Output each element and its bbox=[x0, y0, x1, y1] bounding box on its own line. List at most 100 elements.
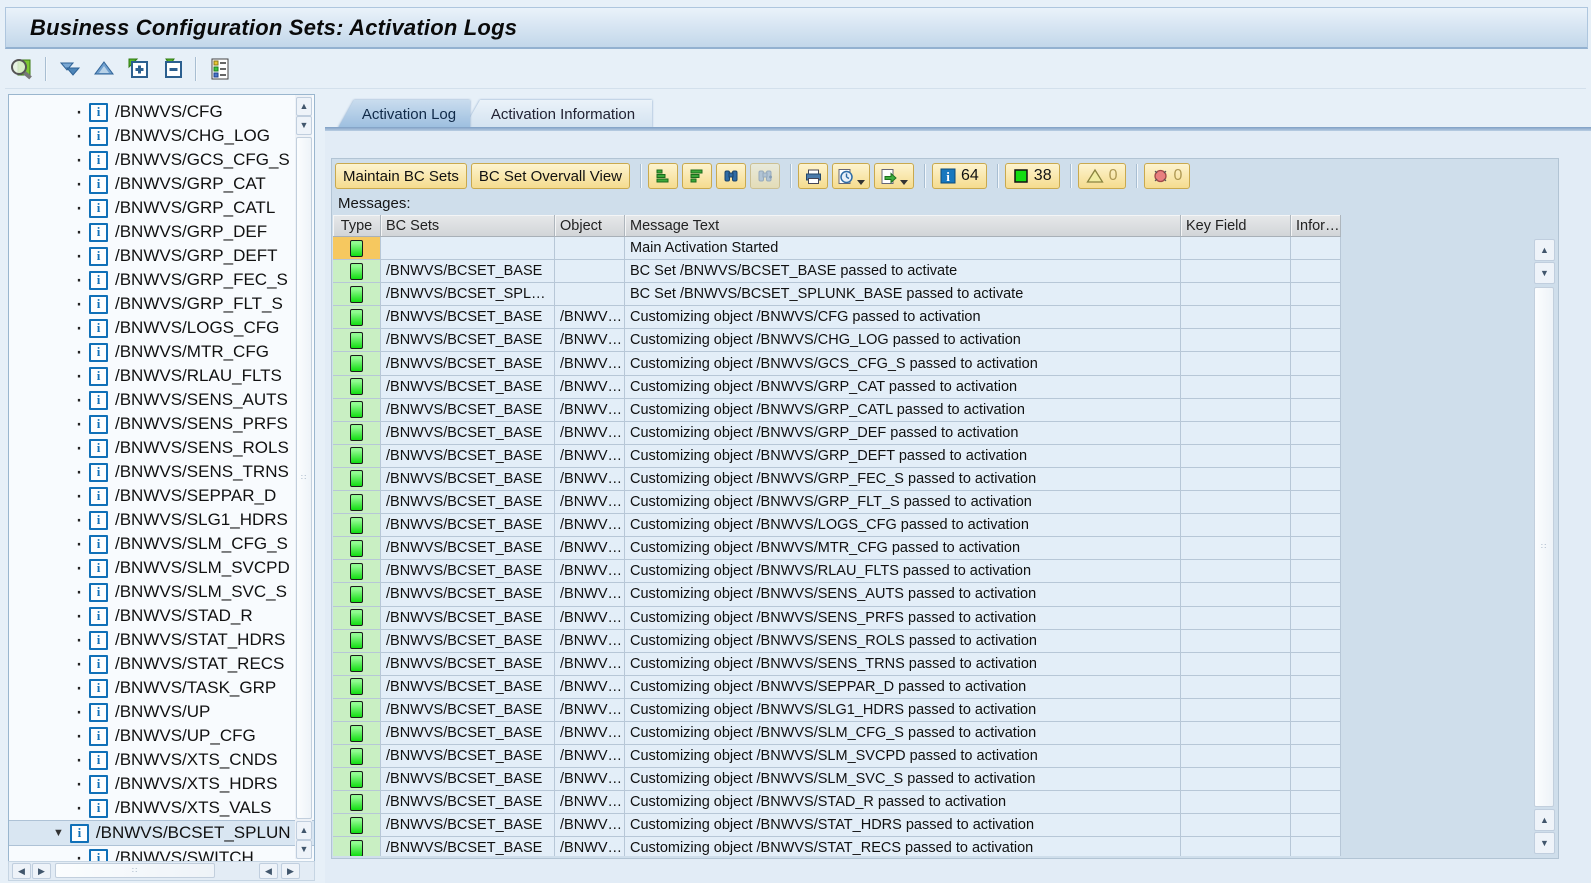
table-row[interactable]: /BNWVS/BCSET_BASE/BNWV…Customizing objec… bbox=[333, 699, 1341, 722]
table-row[interactable]: /BNWVS/BCSET_BASE/BNWV…Customizing objec… bbox=[333, 306, 1341, 329]
tree-item[interactable]: ·i/BNWVS/SLM_SVC_S bbox=[9, 580, 314, 604]
scroll-up-button[interactable]: ▲ bbox=[296, 821, 312, 840]
tree-horizontal-scrollbar[interactable]: ◀ ▶ ∷ ◀ ▶ bbox=[8, 861, 315, 881]
column-header-information[interactable]: Infor… bbox=[1291, 215, 1341, 237]
tree-item[interactable]: · i /BNWVS/SWITCH bbox=[9, 846, 314, 862]
table-row[interactable]: /BNWVS/BCSET_BASE/BNWV…Customizing objec… bbox=[333, 329, 1341, 352]
tab-activation-information[interactable]: Activation Information bbox=[464, 100, 652, 128]
table-row[interactable]: /BNWVS/BCSET_BASE/BNWV…Customizing objec… bbox=[333, 630, 1341, 653]
table-row[interactable]: /BNWVS/BCSET_BASE/BNWV…Customizing objec… bbox=[333, 422, 1341, 445]
legend-icon[interactable] bbox=[206, 55, 234, 83]
scroll-left-button[interactable]: ◀ bbox=[259, 863, 278, 879]
error-count-button[interactable]: 0 bbox=[1144, 163, 1191, 189]
tree-item[interactable]: ·i/BNWVS/RLAU_FLTS bbox=[9, 364, 314, 388]
table-row[interactable]: /BNWVS/BCSET_BASE/BNWV…Customizing objec… bbox=[333, 445, 1341, 468]
scrollbar-thumb[interactable]: ∷ bbox=[296, 137, 312, 819]
info-count-button[interactable]: i 64 bbox=[932, 163, 987, 189]
export-button[interactable] bbox=[874, 163, 914, 189]
table-row[interactable]: /BNWVS/BCSET_BASE/BNWV…Customizing objec… bbox=[333, 491, 1341, 514]
expand-subtree-icon[interactable] bbox=[124, 55, 152, 83]
tree-item[interactable]: ·i/BNWVS/GRP_DEFT bbox=[9, 244, 314, 268]
column-header-type[interactable]: Type bbox=[333, 215, 381, 237]
tree-item[interactable]: ·i/BNWVS/XTS_HDRS bbox=[9, 772, 314, 796]
table-row[interactable]: /BNWVS/BCSET_BASEBC Set /BNWVS/BCSET_BAS… bbox=[333, 260, 1341, 283]
tree-item[interactable]: ·i/BNWVS/SENS_PRFS bbox=[9, 412, 314, 436]
scroll-left-button[interactable]: ◀ bbox=[12, 863, 31, 879]
find-next-button[interactable] bbox=[750, 163, 780, 189]
scroll-down-button[interactable]: ▼ bbox=[296, 840, 312, 859]
tree-item[interactable]: ·i/BNWVS/XTS_VALS bbox=[9, 796, 314, 820]
tree-item[interactable]: ·i/BNWVS/STAT_HDRS bbox=[9, 628, 314, 652]
table-row[interactable]: /BNWVS/BCSET_BASE/BNWV…Customizing objec… bbox=[333, 837, 1341, 856]
table-row[interactable]: /BNWVS/BCSET_BASE/BNWV…Customizing objec… bbox=[333, 722, 1341, 745]
scroll-right-button[interactable]: ▶ bbox=[32, 863, 51, 879]
tree-item[interactable]: ·i/BNWVS/SLG1_HDRS bbox=[9, 508, 314, 532]
table-row[interactable]: /BNWVS/BCSET_BASE/BNWV…Customizing objec… bbox=[333, 399, 1341, 422]
column-header-message-text[interactable]: Message Text bbox=[625, 215, 1181, 237]
table-row[interactable]: /BNWVS/BCSET_BASE/BNWV…Customizing objec… bbox=[333, 745, 1341, 768]
print-button[interactable] bbox=[798, 163, 828, 189]
table-row[interactable]: /BNWVS/BCSET_SPL…BC Set /BNWVS/BCSET_SPL… bbox=[333, 283, 1341, 306]
tree-item[interactable]: ·i/BNWVS/SENS_TRNS bbox=[9, 460, 314, 484]
scroll-down-button[interactable]: ▼ bbox=[296, 116, 312, 135]
table-row[interactable]: /BNWVS/BCSET_BASE/BNWV…Customizing objec… bbox=[333, 676, 1341, 699]
scrollbar-thumb[interactable]: ∷ bbox=[55, 863, 215, 878]
tree-item[interactable]: ·i/BNWVS/STAT_RECS bbox=[9, 652, 314, 676]
tree-item[interactable]: ·i/BNWVS/SLM_SVCPD bbox=[9, 556, 314, 580]
tree-item[interactable]: ·i/BNWVS/GRP_FEC_S bbox=[9, 268, 314, 292]
tree-item[interactable]: ·i/BNWVS/GRP_DEF bbox=[9, 220, 314, 244]
tree-item[interactable]: ·i/BNWVS/GRP_CAT bbox=[9, 172, 314, 196]
table-row[interactable]: /BNWVS/BCSET_BASE/BNWV…Customizing objec… bbox=[333, 768, 1341, 791]
collapse-subtree-icon[interactable] bbox=[158, 55, 186, 83]
table-row[interactable]: /BNWVS/BCSET_BASE/BNWV…Customizing objec… bbox=[333, 583, 1341, 606]
tree-item[interactable]: ·i/BNWVS/SENS_ROLS bbox=[9, 436, 314, 460]
scrollbar-thumb[interactable]: ∷ bbox=[1534, 287, 1554, 807]
column-header-key-field[interactable]: Key Field bbox=[1181, 215, 1291, 237]
tree-item[interactable]: ·i/BNWVS/MTR_CFG bbox=[9, 340, 314, 364]
table-row[interactable]: /BNWVS/BCSET_BASE/BNWV…Customizing objec… bbox=[333, 537, 1341, 560]
tree-item[interactable]: ·i/BNWVS/SEPPAR_D bbox=[9, 484, 314, 508]
tree-item[interactable]: ·i/BNWVS/CFG bbox=[9, 100, 314, 124]
table-row[interactable]: /BNWVS/BCSET_BASE/BNWV…Customizing objec… bbox=[333, 376, 1341, 399]
display-log-icon[interactable] bbox=[8, 55, 36, 83]
scroll-up-button[interactable]: ▲ bbox=[1534, 239, 1555, 261]
scroll-up-button[interactable]: ▲ bbox=[1534, 809, 1555, 831]
tree-item[interactable]: ·i/BNWVS/SENS_AUTS bbox=[9, 388, 314, 412]
tree-item[interactable]: ·i/BNWVS/STAD_R bbox=[9, 604, 314, 628]
tree-item[interactable]: ·i/BNWVS/LOGS_CFG bbox=[9, 316, 314, 340]
tree-item[interactable]: ·i/BNWVS/UP_CFG bbox=[9, 724, 314, 748]
scroll-down-button[interactable]: ▼ bbox=[1534, 832, 1555, 854]
sort-descending-button[interactable] bbox=[682, 163, 712, 189]
bc-set-overall-view-button[interactable]: BC Set Overvall View bbox=[471, 163, 630, 189]
tree-item[interactable]: ·i/BNWVS/GCS_CFG_S bbox=[9, 148, 314, 172]
collapse-node-icon[interactable]: ▼ bbox=[53, 827, 64, 839]
tree-item[interactable]: ·i/BNWVS/SLM_CFG_S bbox=[9, 532, 314, 556]
tree-item[interactable]: ·i/BNWVS/GRP_CATL bbox=[9, 196, 314, 220]
choose-layout-button[interactable] bbox=[832, 163, 870, 189]
table-row[interactable]: /BNWVS/BCSET_BASE/BNWV…Customizing objec… bbox=[333, 814, 1341, 837]
table-row[interactable]: /BNWVS/BCSET_BASE/BNWV…Customizing objec… bbox=[333, 607, 1341, 630]
tree-item[interactable]: ·i/BNWVS/GRP_FLT_S bbox=[9, 292, 314, 316]
tree-vertical-scrollbar[interactable]: ▲ ▼ ∷ ▲ ▼ bbox=[295, 95, 312, 859]
scroll-down-button[interactable]: ▼ bbox=[1534, 262, 1555, 284]
table-row[interactable]: /BNWVS/BCSET_BASE/BNWV…Customizing objec… bbox=[333, 514, 1341, 537]
scroll-right-button[interactable]: ▶ bbox=[281, 863, 300, 879]
warning-count-button[interactable]: 0 bbox=[1078, 163, 1126, 189]
tree-item[interactable]: ·i/BNWVS/TASK_GRP bbox=[9, 676, 314, 700]
table-row[interactable]: /BNWVS/BCSET_BASE/BNWV…Customizing objec… bbox=[333, 791, 1341, 814]
tree-item[interactable]: ·i/BNWVS/UP bbox=[9, 700, 314, 724]
success-count-button[interactable]: 38 bbox=[1005, 163, 1060, 189]
table-row[interactable]: /BNWVS/BCSET_BASE/BNWV…Customizing objec… bbox=[333, 653, 1341, 676]
tree-item-expanded-node[interactable]: ▼ i /BNWVS/BCSET_SPLUN bbox=[9, 820, 314, 846]
maintain-bc-sets-button[interactable]: Maintain BC Sets bbox=[335, 163, 467, 189]
column-header-object[interactable]: Object bbox=[555, 215, 625, 237]
collapse-all-icon[interactable] bbox=[90, 55, 118, 83]
find-button[interactable] bbox=[716, 163, 746, 189]
expand-all-icon[interactable] bbox=[56, 55, 84, 83]
tree-item[interactable]: ·i/BNWVS/XTS_CNDS bbox=[9, 748, 314, 772]
sort-ascending-button[interactable] bbox=[648, 163, 678, 189]
tree-item[interactable]: ·i/BNWVS/CHG_LOG bbox=[9, 124, 314, 148]
column-header-bc-sets[interactable]: BC Sets bbox=[381, 215, 555, 237]
tab-activation-log[interactable]: Activation Log bbox=[338, 100, 470, 128]
table-row[interactable]: /BNWVS/BCSET_BASE/BNWV…Customizing objec… bbox=[333, 468, 1341, 491]
